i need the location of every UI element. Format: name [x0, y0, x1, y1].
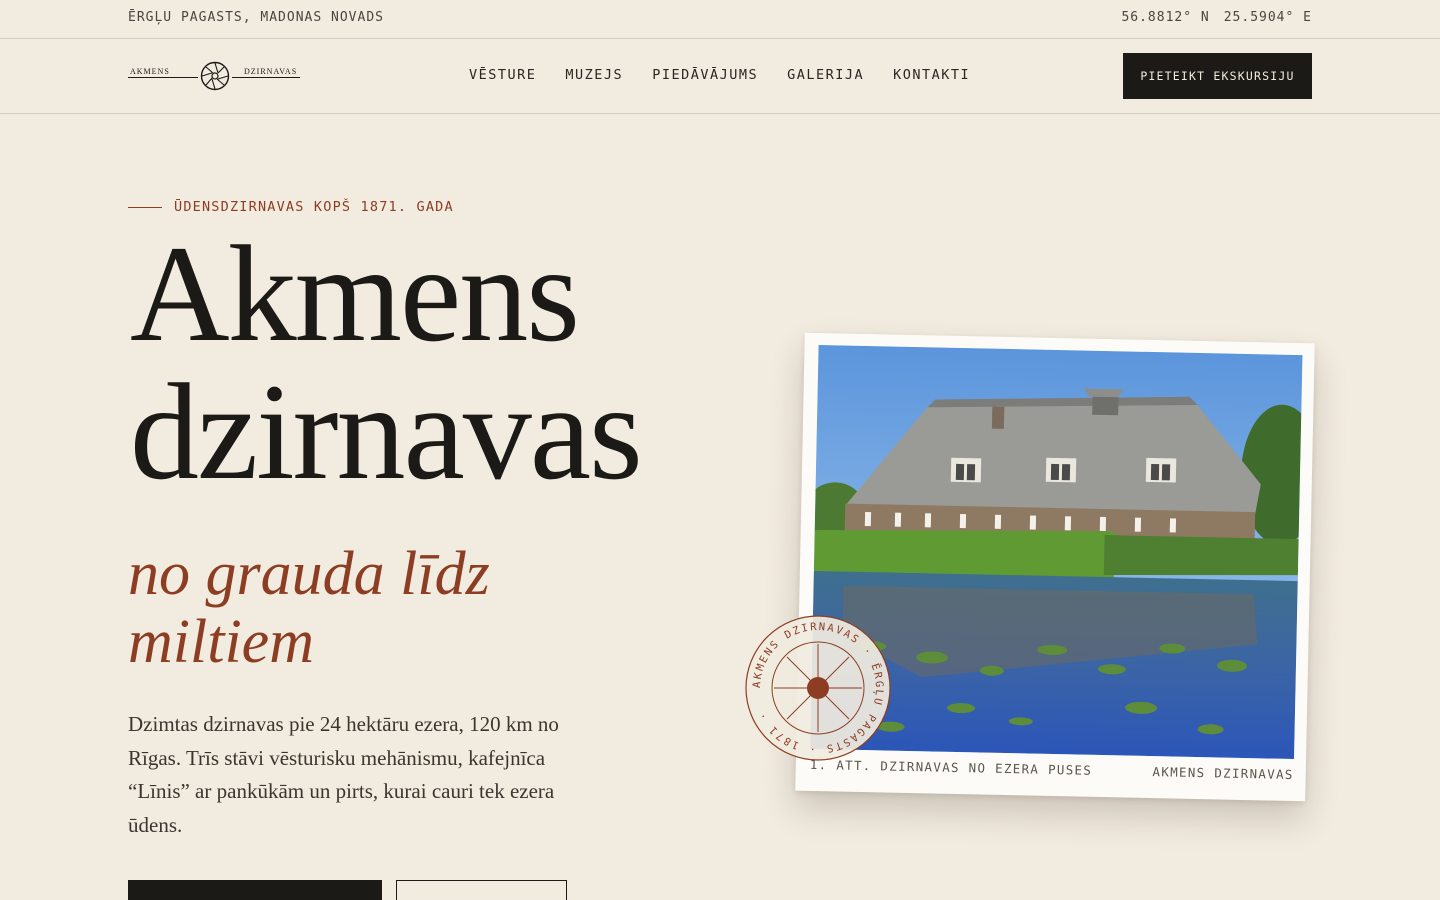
logo-word-right: DZIRNAVAS — [244, 67, 298, 76]
location-label: ĒRGĻU PAGASTS, MADONAS NOVADS — [128, 10, 384, 25]
hero-title-line-1: Akmens — [130, 217, 580, 370]
nav-item-kontakti[interactable]: KONTAKTI — [893, 67, 970, 83]
nav-item-galerija[interactable]: GALERIJA — [787, 67, 864, 83]
hero-title: Akmens dzirnavas — [130, 217, 643, 508]
hero-title-line-2: dzirnavas — [130, 355, 643, 508]
site-logo[interactable]: AKMENS DZIRNAVAS — [128, 59, 302, 93]
nav-item-vesture[interactable]: VĒSTURE — [469, 67, 536, 83]
logo-rule-left — [128, 77, 198, 78]
longitude: 25.5904° E — [1223, 10, 1312, 25]
top-info-bar: ĒRGĻU PAGASTS, MADONAS NOVADS 56.8812° N… — [0, 0, 1440, 39]
hero-eyebrow: ŪDENSDZIRNAVAS KOPŠ 1871. GADA — [128, 199, 454, 215]
hero-tagline: no grauda līdz miltiem — [128, 540, 490, 676]
tagline-line-1: no grauda līdz — [128, 540, 490, 608]
caption-right: AKMENS DZIRNAVAS — [1152, 764, 1294, 783]
secondary-cta-button[interactable] — [396, 880, 567, 900]
heritage-stamp: AKMENS DZIRNAVAS · ĒRGĻU PAGASTS · 1871 … — [744, 614, 892, 762]
coordinates: 56.8812° N 25.5904° E — [1121, 10, 1312, 25]
logo-word-left: AKMENS — [130, 67, 170, 76]
nav-item-piedavajums[interactable]: PIEDĀVĀJUMS — [652, 67, 758, 83]
eyebrow-rule — [128, 206, 162, 208]
tagline-line-2: miltiem — [128, 608, 314, 676]
primary-cta-button[interactable] — [128, 880, 382, 900]
eyebrow-text: ŪDENSDZIRNAVAS KOPŠ 1871. GADA — [174, 199, 454, 215]
nav-item-muzejs[interactable]: MUZEJS — [565, 67, 623, 83]
latitude: 56.8812° N — [1121, 10, 1210, 25]
book-tour-button[interactable]: PIETEIKT EKSKURSIJU — [1123, 53, 1312, 99]
logo-rule-right — [232, 77, 300, 78]
hero-lede: Dzimtas dzirnavas pie 24 hektāru ezera, … — [128, 712, 559, 837]
nav-menu: VĒSTURE MUZEJS PIEDĀVĀJUMS GALERIJA KONT… — [469, 67, 970, 83]
main-nav: AKMENS DZIRNAVAS VĒSTURE MUZEJS PIEDĀVĀJ… — [0, 39, 1440, 114]
mill-wheel-icon — [200, 61, 230, 91]
